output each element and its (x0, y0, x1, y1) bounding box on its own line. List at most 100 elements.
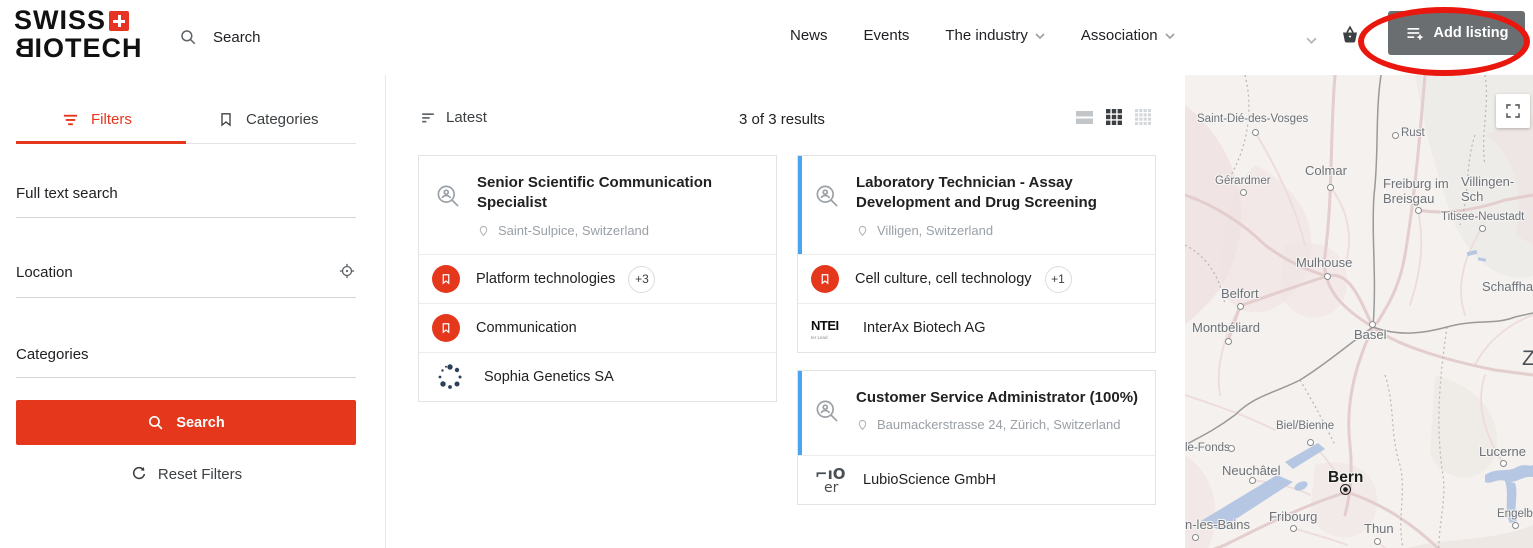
swiss-biotech-logo[interactable]: SWISS BIOTECH (14, 6, 143, 62)
company-row[interactable]: ⌐ıO er LubioScience GmbH (798, 455, 1155, 504)
field-underline (16, 297, 356, 298)
filters-sidebar: Filters Categories Full text search Loca… (0, 75, 385, 548)
more-tags-badge[interactable]: +1 (1045, 266, 1072, 293)
map-label: Basel (1354, 328, 1387, 343)
map-capital-marker (1340, 484, 1351, 495)
map-label: Fribourg (1269, 510, 1317, 525)
results-panel: Latest 3 of 3 results (386, 75, 1185, 548)
map-label: Mulhouse (1296, 256, 1352, 271)
map-city-dot (1225, 338, 1232, 345)
tab-categories[interactable]: Categories (218, 95, 319, 143)
account-menu-caret[interactable] (1306, 31, 1317, 49)
job-location: Baumackerstrasse 24, Zürich, Switzerland (877, 417, 1120, 432)
tag-row[interactable]: Communication (419, 303, 776, 352)
use-my-location-button[interactable] (338, 262, 356, 285)
job-card[interactable]: Laboratory Technician - Assay Developmen… (797, 155, 1156, 353)
map-city-dot (1415, 207, 1422, 214)
active-tab-underline (16, 141, 186, 144)
company-row[interactable]: Sophia Genetics SA (419, 352, 776, 401)
grid-3-icon (1106, 109, 1122, 125)
map-city-dot (1237, 303, 1244, 310)
nav-item-the-industry[interactable]: The industry (945, 27, 1045, 44)
search-button[interactable]: Search (16, 400, 356, 445)
header: SWISS BIOTECH Search News Events The ind… (0, 0, 1533, 75)
dense-grid-view-button[interactable] (1135, 109, 1151, 125)
svg-text:er: er (824, 480, 839, 496)
map-label: Z (1522, 347, 1533, 371)
map-city-dot (1290, 525, 1297, 532)
location-field[interactable]: Location (16, 264, 356, 281)
job-search-icon (435, 183, 462, 210)
job-card[interactable]: Senior Scientific Communication Speciali… (418, 155, 777, 402)
header-search[interactable]: Search (179, 28, 261, 46)
tag-label: Cell culture, cell technology (855, 271, 1032, 287)
map-city-dot (1307, 439, 1314, 446)
bookmark-icon (218, 111, 234, 128)
map-label: Gérardmer (1215, 175, 1271, 188)
add-listing-button[interactable]: Add listing (1388, 11, 1525, 55)
category-bookmark-icon (811, 265, 839, 293)
map-label: Villingen-Sch (1461, 175, 1533, 205)
map-label: Lucerne (1479, 445, 1526, 460)
categories-field[interactable]: Categories (16, 346, 356, 363)
map-label: Engelbe (1497, 508, 1533, 521)
map-city-dot (1479, 225, 1486, 232)
map-label: Thun (1364, 522, 1394, 537)
job-location: Saint-Sulpice, Switzerland (498, 223, 649, 238)
add-listing-label: Add listing (1434, 25, 1509, 41)
job-card-header[interactable]: Customer Service Administrator (100%) Ba… (798, 371, 1155, 455)
grid-view-button[interactable] (1106, 109, 1122, 125)
job-location: Villigen, Switzerland (877, 223, 993, 238)
nav-item-news[interactable]: News (790, 27, 828, 44)
swiss-cross-icon (109, 11, 129, 31)
tab-categories-label: Categories (246, 111, 319, 128)
map-label: le-Fonds (1185, 442, 1230, 455)
job-title: Laboratory Technician - Assay Developmen… (856, 173, 1141, 214)
category-bookmark-icon (432, 265, 460, 293)
reset-filters-button[interactable]: Reset Filters (16, 463, 356, 485)
map-city-dot (1240, 189, 1247, 196)
search-icon (147, 414, 164, 431)
job-card-header[interactable]: Senior Scientific Communication Speciali… (419, 156, 776, 254)
map-label: Biel/Bienne (1276, 420, 1334, 433)
full-text-search-label: Full text search (16, 185, 356, 202)
chevron-down-icon (1165, 33, 1175, 39)
main-nav: News Events The industry Association (790, 27, 1175, 44)
categories-label: Categories (16, 346, 356, 363)
gps-crosshair-icon (338, 262, 356, 280)
map-label: Montbéliard (1192, 321, 1260, 336)
map-fullscreen-button[interactable] (1496, 94, 1530, 128)
interax-logo: NTEI ter Lead (811, 310, 847, 346)
map-label: n-les-Bains (1185, 518, 1250, 533)
map-city-dot (1192, 534, 1199, 541)
map-city-dot (1249, 477, 1256, 484)
cart-button[interactable] (1338, 23, 1362, 52)
job-card-header[interactable]: Laboratory Technician - Assay Developmen… (798, 156, 1155, 254)
search-button-label: Search (176, 415, 224, 431)
search-input[interactable]: Search (213, 29, 261, 46)
tag-row[interactable]: Cell culture, cell technology +1 (798, 254, 1155, 303)
more-tags-badge[interactable]: +3 (628, 266, 655, 293)
job-card[interactable]: Customer Service Administrator (100%) Ba… (797, 370, 1156, 505)
company-name: InterAx Biotech AG (863, 320, 986, 336)
logo-line1: SWISS (14, 5, 129, 35)
nav-item-association[interactable]: Association (1081, 27, 1175, 44)
grid-4-icon (1135, 109, 1151, 125)
company-row[interactable]: NTEI ter Lead InterAx Biotech AG (798, 303, 1155, 352)
chevron-down-icon (1306, 37, 1317, 44)
nav-item-events[interactable]: Events (864, 27, 910, 44)
company-name: LubioScience GmbH (863, 472, 996, 488)
location-pin-icon (856, 223, 869, 238)
map-label: Titisee-Neustadt (1441, 211, 1524, 224)
tab-filters[interactable]: Filters (62, 95, 132, 143)
full-text-search-field[interactable]: Full text search (16, 185, 356, 202)
map-city-dot (1374, 538, 1381, 545)
map-panel[interactable]: Saint-Dié-des-VosgesRustGérardmerColmarF… (1185, 75, 1533, 548)
job-search-icon (814, 398, 841, 425)
category-bookmark-icon (432, 314, 460, 342)
map-label: Colmar (1305, 164, 1347, 179)
list-view-button[interactable] (1076, 110, 1093, 125)
tag-label: Communication (476, 320, 577, 336)
map-city-dot (1500, 460, 1507, 467)
tag-row[interactable]: Platform technologies +3 (419, 254, 776, 303)
